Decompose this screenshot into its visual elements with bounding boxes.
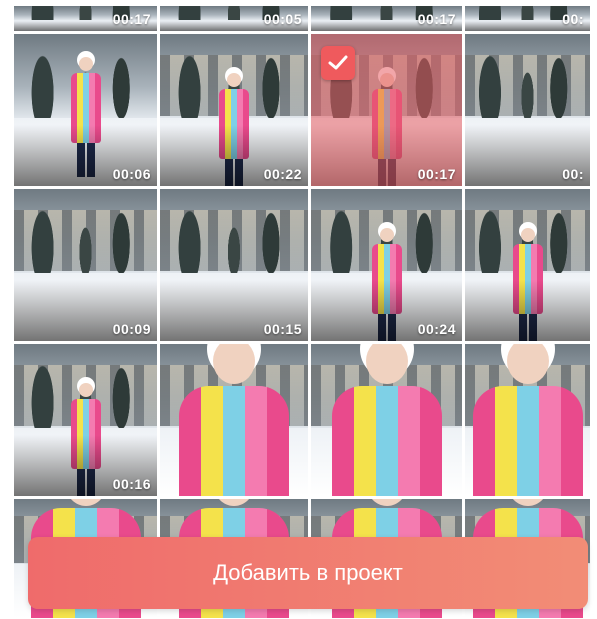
duration-label: 00:15 (263, 321, 302, 337)
video-thumbnail[interactable]: 00:06 (14, 34, 157, 186)
video-thumbnail[interactable]: 00:09 (14, 189, 157, 341)
video-thumbnail[interactable] (465, 189, 590, 341)
video-thumbnail[interactable]: 00:15 (160, 189, 308, 341)
video-thumbnail[interactable]: 00:24 (311, 189, 462, 341)
video-thumbnail[interactable]: 00:22 (160, 34, 308, 186)
check-icon[interactable] (321, 46, 355, 80)
video-thumbnail[interactable]: 00:17 (311, 6, 462, 31)
duration-label: 00: (562, 11, 584, 27)
video-thumbnail[interactable] (311, 344, 462, 496)
video-thumbnail[interactable]: 00: (465, 6, 590, 31)
video-thumbnail[interactable] (465, 344, 590, 496)
duration-label: 00:17 (112, 11, 151, 27)
duration-label: 00:17 (417, 11, 456, 27)
duration-label: 00:16 (112, 476, 151, 492)
video-gallery-grid: 00:17 00:05 00:17 00: 00:06 00:22 00:17 … (14, 6, 590, 618)
duration-label: 00:17 (417, 166, 456, 182)
duration-label: 00:09 (112, 321, 151, 337)
video-thumbnail[interactable]: 00:17 (14, 6, 157, 31)
duration-label: 00:22 (263, 166, 302, 182)
video-thumbnail[interactable]: 00:16 (14, 344, 157, 496)
duration-label: 00: (562, 166, 584, 182)
video-thumbnail-selected[interactable]: 00:17 (311, 34, 462, 186)
duration-label: 00:24 (417, 321, 456, 337)
video-thumbnail[interactable]: 00: (465, 34, 590, 186)
video-thumbnail[interactable]: 00:05 (160, 6, 308, 31)
add-to-project-button[interactable]: Добавить в проект (28, 537, 588, 609)
duration-label: 00:06 (112, 166, 151, 182)
duration-label: 00:05 (263, 11, 302, 27)
video-thumbnail[interactable] (160, 344, 308, 496)
